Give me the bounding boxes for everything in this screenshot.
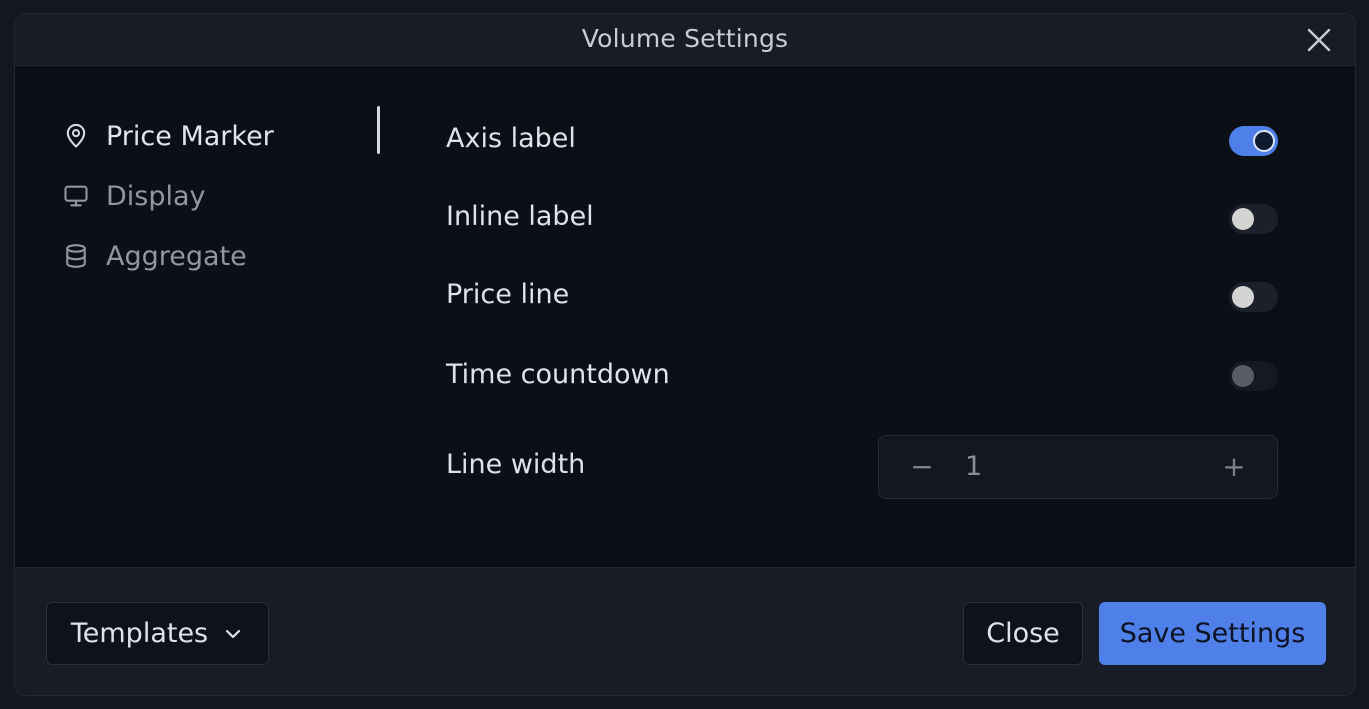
inline-label-toggle[interactable] [1229, 204, 1278, 234]
close-button[interactable]: Close [963, 602, 1083, 665]
line-width-setting-label: Line width [446, 449, 586, 480]
active-tab-indicator [377, 106, 380, 154]
monitor-icon [61, 181, 91, 211]
chevron-down-icon [226, 629, 241, 638]
price-line-setting-label: Price line [446, 279, 570, 310]
sidebar-item-display[interactable]: Display [61, 166, 381, 226]
sidebar-item-label: Display [106, 180, 206, 212]
line-width-input[interactable]: 1 [965, 450, 982, 484]
toggle-knob [1253, 130, 1275, 152]
dialog-title: Volume Settings [581, 24, 789, 53]
decrement-button[interactable]: − [905, 450, 939, 484]
sidebar-item-label: Aggregate [106, 240, 247, 272]
axis-label-setting-label: Axis label [446, 123, 576, 154]
price-line-toggle[interactable] [1229, 282, 1278, 312]
dialog-footer: Templates Close Save Settings [15, 567, 1355, 695]
line-width-stepper: − 1 + [878, 435, 1278, 499]
inline-label-setting-label: Inline label [446, 201, 594, 232]
toggle-knob [1232, 365, 1254, 387]
time-countdown-setting-label: Time countdown [446, 359, 670, 390]
toggle-knob [1232, 286, 1254, 308]
axis-label-toggle[interactable] [1229, 126, 1278, 156]
templates-dropdown-button[interactable]: Templates [46, 602, 269, 665]
map-pin-icon [61, 121, 91, 151]
dialog-header: Volume Settings [15, 14, 1355, 66]
volume-settings-dialog: Volume Settings Price Marker Display Agg… [14, 13, 1356, 696]
increment-button[interactable]: + [1217, 450, 1251, 484]
settings-sidebar: Price Marker Display Aggregate [61, 106, 381, 286]
sidebar-item-price-marker[interactable]: Price Marker [61, 106, 381, 166]
templates-label: Templates [70, 618, 209, 649]
save-settings-button[interactable]: Save Settings [1099, 602, 1326, 665]
time-countdown-toggle[interactable] [1229, 361, 1278, 391]
database-icon [61, 241, 91, 271]
toggle-knob [1232, 208, 1254, 230]
sidebar-item-label: Price Marker [106, 120, 274, 152]
close-icon[interactable] [1305, 26, 1333, 54]
sidebar-item-aggregate[interactable]: Aggregate [61, 226, 381, 286]
